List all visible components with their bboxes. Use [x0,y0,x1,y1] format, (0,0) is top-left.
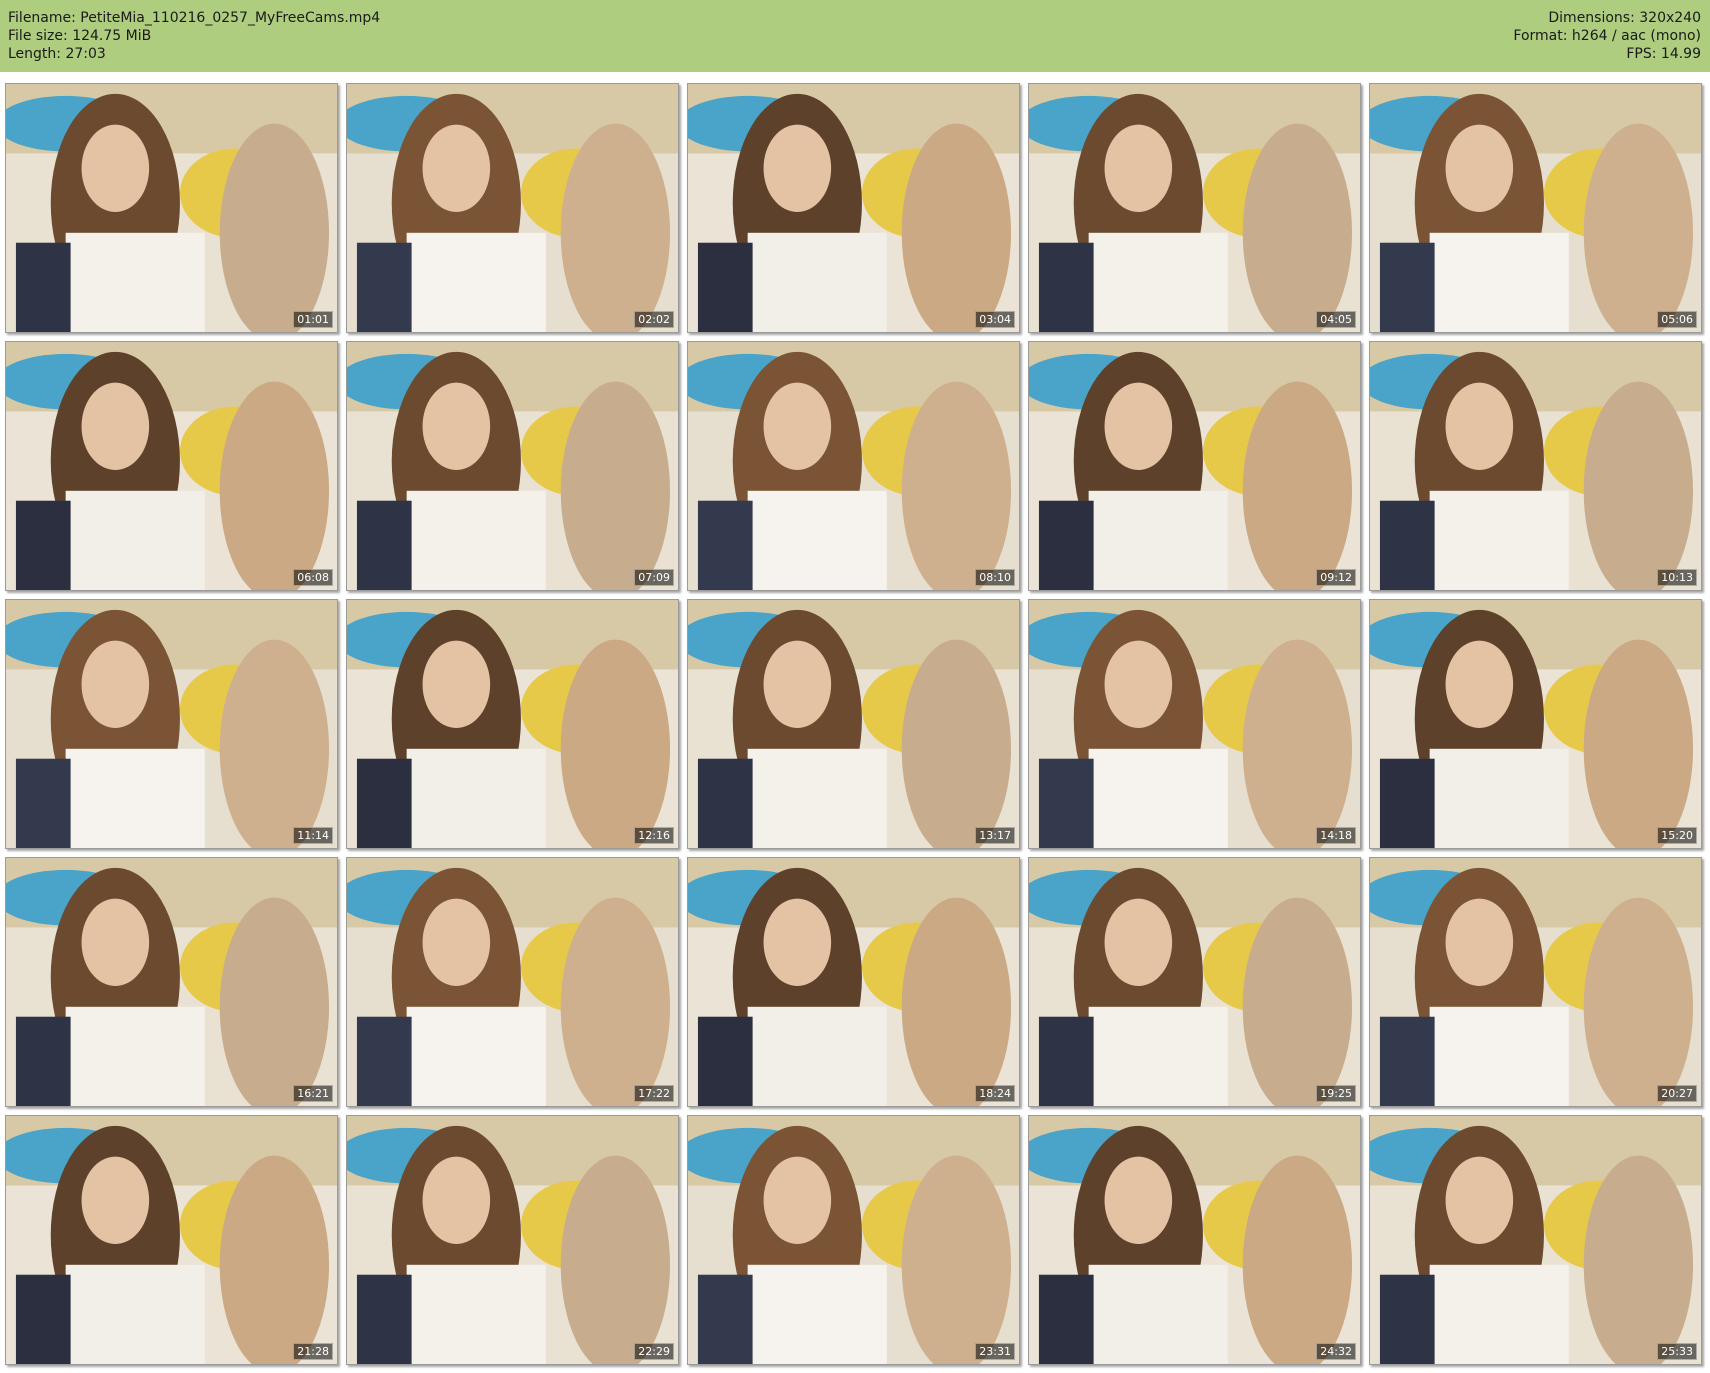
timestamp-label: 07:09 [634,569,674,586]
filename-line: Filename: PetiteMia_110216_0257_MyFreeCa… [8,10,381,26]
frame-image [1029,1116,1360,1364]
frame-image [688,342,1019,590]
video-thumbnail: 09:12 [1028,341,1361,591]
timestamp-label: 09:12 [1316,569,1356,586]
video-thumbnail: 19:25 [1028,857,1361,1107]
timestamp-label: 04:05 [1316,311,1356,328]
length-line: Length: 27:03 [8,46,106,62]
video-thumbnail: 22:29 [346,1115,679,1365]
timestamp-label: 12:16 [634,827,674,844]
frame-image [6,1116,337,1364]
frame-image [347,600,678,848]
video-thumbnail: 11:14 [5,599,338,849]
frame-image [347,342,678,590]
frame-image [1029,342,1360,590]
video-thumbnail: 01:01 [5,83,338,333]
timestamp-label: 21:28 [293,1343,333,1360]
video-thumbnail: 07:09 [346,341,679,591]
video-thumbnail: 10:13 [1369,341,1702,591]
video-thumbnail: 03:04 [687,83,1020,333]
video-thumbnail: 18:24 [687,857,1020,1107]
timestamp-label: 03:04 [975,311,1015,328]
video-thumbnail: 13:17 [687,599,1020,849]
video-thumbnail: 04:05 [1028,83,1361,333]
format-line: Format: h264 / aac (mono) [1513,28,1701,44]
frame-image [6,342,337,590]
timestamp-label: 15:20 [1657,827,1697,844]
video-thumbnail: 23:31 [687,1115,1020,1365]
frame-image [1370,1116,1701,1364]
video-thumbnail: 08:10 [687,341,1020,591]
video-thumbnail: 21:28 [5,1115,338,1365]
frame-image [1029,600,1360,848]
timestamp-label: 10:13 [1657,569,1697,586]
fps-line: FPS: 14.99 [1626,46,1701,62]
metadata-header: Filename: PetiteMia_110216_0257_MyFreeCa… [0,0,1710,72]
frame-image [6,858,337,1106]
video-thumbnail: 20:27 [1369,857,1702,1107]
frame-image [6,84,337,332]
timestamp-label: 25:33 [1657,1343,1697,1360]
stream-info: Dimensions: 320x240 Format: h264 / aac (… [1513,9,1701,63]
timestamp-label: 11:14 [293,827,333,844]
timestamp-label: 19:25 [1316,1085,1356,1102]
video-thumbnail: 06:08 [5,341,338,591]
video-thumbnail: 16:21 [5,857,338,1107]
video-thumbnail: 17:22 [346,857,679,1107]
frame-image [688,1116,1019,1364]
timestamp-label: 08:10 [975,569,1015,586]
frame-image [347,858,678,1106]
timestamp-label: 13:17 [975,827,1015,844]
video-thumbnail: 15:20 [1369,599,1702,849]
timestamp-label: 02:02 [634,311,674,328]
frame-image [347,1116,678,1364]
timestamp-label: 18:24 [975,1085,1015,1102]
timestamp-label: 06:08 [293,569,333,586]
timestamp-label: 24:32 [1316,1343,1356,1360]
timestamp-label: 05:06 [1657,311,1697,328]
frame-image [1370,858,1701,1106]
video-thumbnail: 12:16 [346,599,679,849]
frame-image [1370,342,1701,590]
timestamp-label: 14:18 [1316,827,1356,844]
frame-image [688,858,1019,1106]
file-size-line: File size: 124.75 MiB [8,28,152,44]
frame-image [1029,858,1360,1106]
timestamp-label: 22:29 [634,1343,674,1360]
timestamp-label: 16:21 [293,1085,333,1102]
timestamp-label: 01:01 [293,311,333,328]
frame-image [1029,84,1360,332]
frame-image [1370,84,1701,332]
video-thumbnail: 02:02 [346,83,679,333]
frame-image [688,84,1019,332]
timestamp-label: 23:31 [975,1343,1015,1360]
file-info: Filename: PetiteMia_110216_0257_MyFreeCa… [8,9,380,63]
timestamp-label: 20:27 [1657,1085,1697,1102]
video-thumbnail: 14:18 [1028,599,1361,849]
frame-image [347,84,678,332]
frame-image [6,600,337,848]
timestamp-label: 17:22 [634,1085,674,1102]
dimensions-line: Dimensions: 320x240 [1548,10,1701,26]
video-thumbnail: 24:32 [1028,1115,1361,1365]
thumbnail-grid: 01:01 02:02 03:04 04:05 05:06 06:08 07:09 08:10… [5,83,1702,1365]
frame-image [1370,600,1701,848]
video-thumbnail: 05:06 [1369,83,1702,333]
frame-image [688,600,1019,848]
video-thumbnail: 25:33 [1369,1115,1702,1365]
